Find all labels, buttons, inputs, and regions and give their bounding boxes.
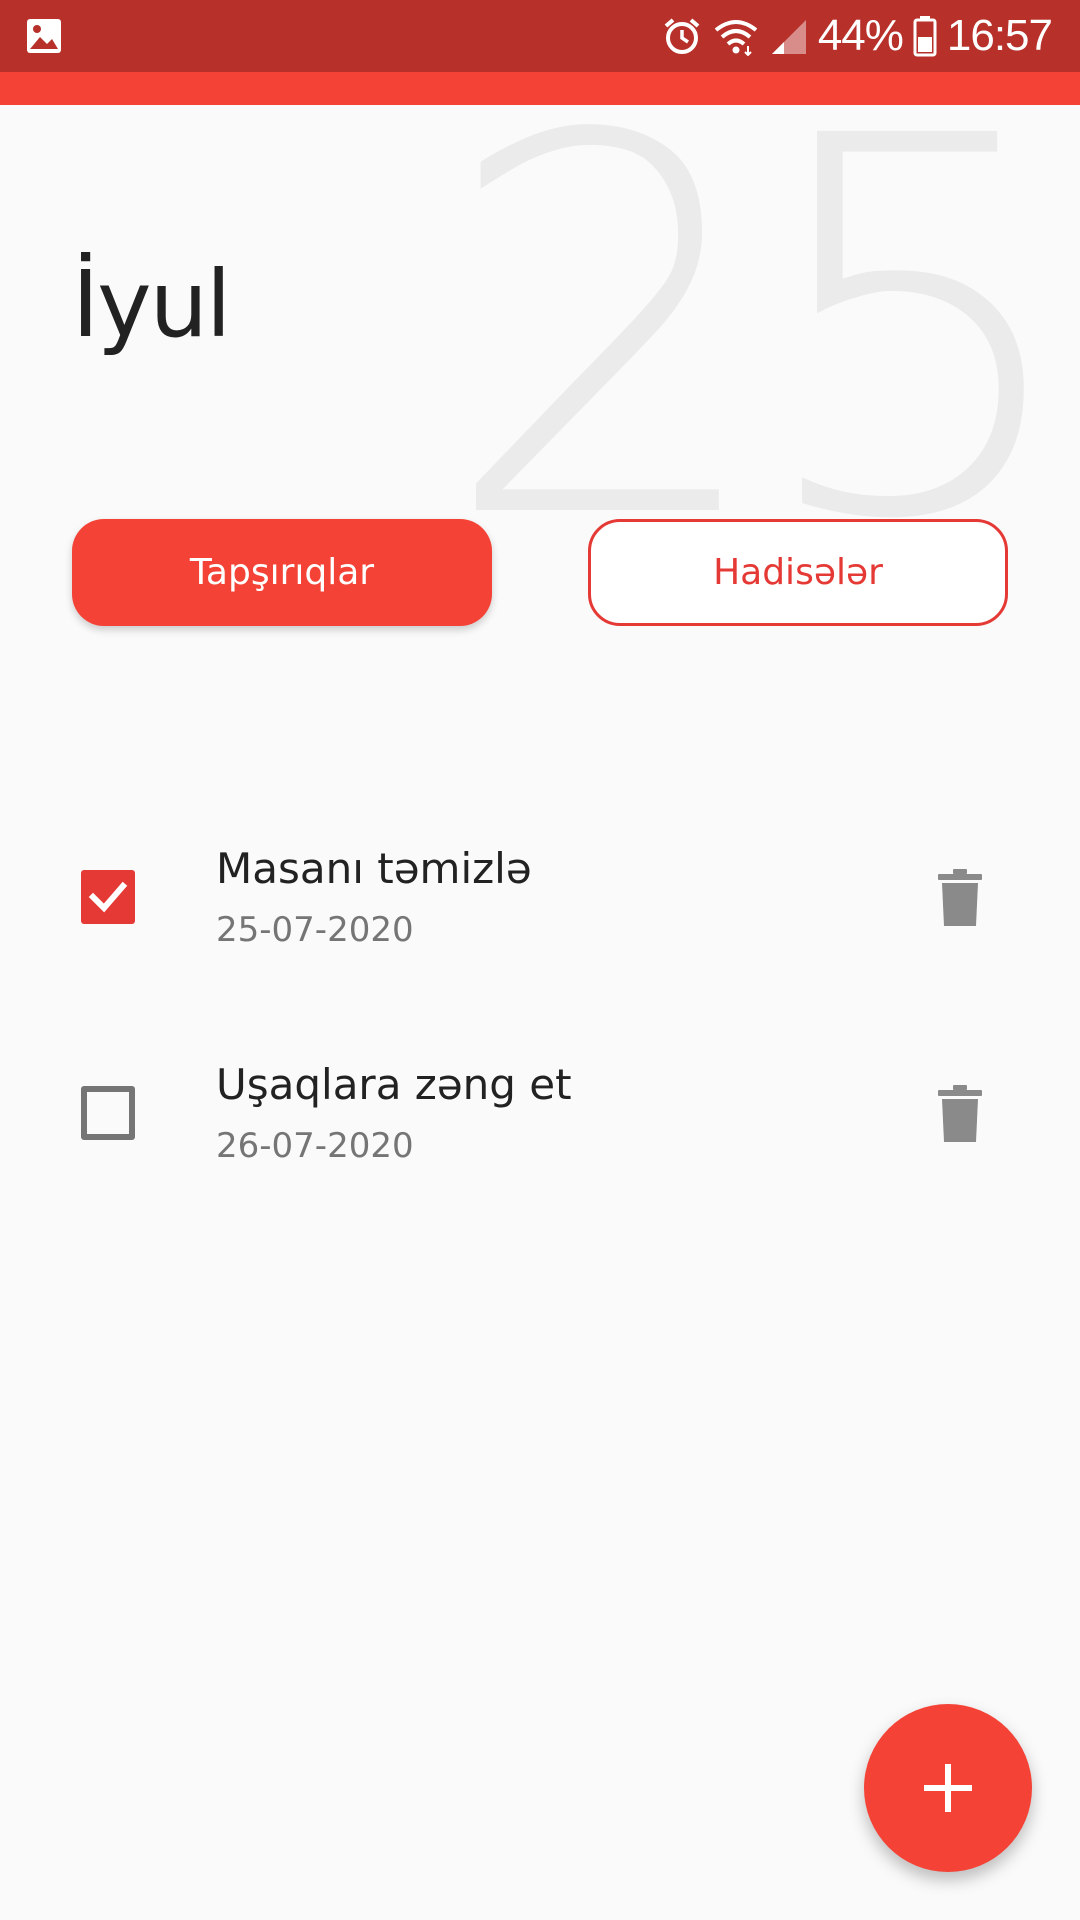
task-checkbox-unchecked[interactable] xyxy=(81,1086,135,1140)
delete-icon[interactable] xyxy=(936,1084,984,1144)
day-number-watermark: 25 xyxy=(440,27,1080,633)
list-item[interactable]: Masanı təmizlə 25-07-2020 xyxy=(0,810,1080,980)
add-task-button[interactable] xyxy=(864,1704,1032,1872)
tab-tasks[interactable]: Tapşırıqlar xyxy=(72,519,492,626)
list-item[interactable]: Uşaqlara zəng et 26-07-2020 xyxy=(0,1026,1080,1196)
tab-events[interactable]: Hadisələr xyxy=(588,519,1008,626)
task-date: 25-07-2020 xyxy=(216,910,414,950)
plus-icon xyxy=(924,1764,972,1812)
task-title: Uşaqlara zəng et xyxy=(216,1060,572,1109)
check-icon xyxy=(88,881,128,913)
month-title: İyul xyxy=(72,251,231,358)
task-title: Masanı təmizlə xyxy=(216,844,532,893)
task-date: 26-07-2020 xyxy=(216,1126,414,1166)
gallery-icon xyxy=(27,19,61,53)
task-checkbox-checked[interactable] xyxy=(81,870,135,924)
screen: 44% 16:57 25 İyul Tapşırıqlar Hadisələr … xyxy=(0,0,1080,1920)
delete-icon[interactable] xyxy=(936,868,984,928)
